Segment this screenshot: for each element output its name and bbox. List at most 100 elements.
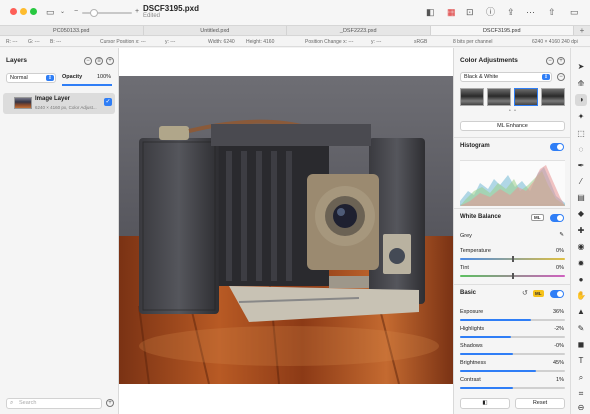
close-window-button[interactable] (10, 8, 17, 15)
brightness-label: Brightness (460, 360, 486, 366)
white-balance-toggle[interactable] (550, 214, 564, 222)
arrow-tool-icon[interactable]: ➤ (575, 61, 587, 73)
preset-thumbnail[interactable] (460, 88, 484, 106)
reset-button[interactable]: Reset (515, 398, 565, 409)
preset-thumbnail-selected[interactable] (514, 88, 538, 106)
sidebar-toggle-icon[interactable]: ▭ (46, 7, 55, 17)
chevron-down-icon[interactable]: ⌄ (60, 7, 65, 17)
shapes-tool-icon[interactable]: ◼ (575, 339, 587, 351)
pen-tool-icon[interactable]: ✒ (575, 160, 587, 172)
vector-pen-icon[interactable]: ✎ (575, 323, 587, 335)
blur-tool-icon[interactable]: ● (575, 274, 587, 286)
shadows-value[interactable]: -0% (554, 343, 564, 349)
text-tool-icon[interactable]: T (575, 355, 587, 367)
layer-search-input[interactable]: ⌕ Search (6, 398, 102, 409)
zoom-slider[interactable] (82, 9, 132, 17)
minimize-window-button[interactable] (20, 8, 27, 15)
info-position-y: y: --- (371, 39, 382, 45)
exposure-value[interactable]: 36% (553, 309, 564, 315)
selection-tool-icon[interactable]: ⬚ (575, 128, 587, 140)
info-icon[interactable]: ⓘ (486, 7, 495, 17)
contrast-slider-fill (460, 387, 514, 389)
zoom-in-icon[interactable]: + (135, 7, 139, 17)
eraser-tool-icon[interactable]: ◆ (575, 208, 587, 220)
tint-slider-knob[interactable] (512, 273, 514, 279)
preset-thumbnail[interactable] (541, 88, 565, 106)
ml-enhance-button[interactable]: ML Enhance (460, 121, 565, 131)
zoom-out-icon[interactable]: − (74, 7, 78, 17)
zoom-window-button[interactable] (30, 8, 37, 15)
basic-toggle[interactable] (550, 290, 564, 298)
app-window: ▭ ⌄ − + DSCF3195.pxd Edited ◧ ▦ ⊡ ⓘ ⇪ ⋯ … (0, 0, 590, 414)
share-icon[interactable]: ⇧ (548, 7, 556, 17)
tools-bar: ➤ ⟰ ◑ ✦ ⬚ ◌ ✒ ⁄ ▤ ◆ ✚ ◉ ✹ ● ✋ ▲ ✎ ◼ T ⌕ … (570, 48, 590, 414)
opacity-value[interactable]: 100% (97, 74, 111, 80)
brush-tool-icon[interactable]: ⁄ (575, 176, 587, 188)
opacity-slider[interactable] (62, 84, 112, 86)
gradient-tool-icon[interactable]: ▤ (575, 192, 587, 204)
preset-thumbnail[interactable] (487, 88, 511, 106)
temperature-slider-knob[interactable] (512, 256, 514, 262)
add-layer-icon[interactable]: + (106, 57, 114, 65)
lasso-tool-icon[interactable]: ◌ (575, 144, 587, 156)
clone-tool-icon[interactable]: ✚ (575, 225, 587, 237)
tab-pc050133[interactable]: PC050133.pxd (0, 26, 144, 35)
tab-dsf2223[interactable]: _DSF2223.pxd (287, 26, 431, 35)
zoom-tool-icon[interactable]: ⌕ (575, 372, 587, 384)
shadows-slider[interactable] (460, 353, 565, 355)
brightness-slider-fill (460, 370, 536, 372)
divider (454, 208, 571, 209)
page-dots[interactable]: • • (509, 108, 517, 114)
histogram-toggle[interactable] (550, 143, 564, 151)
tint-slider[interactable] (460, 273, 565, 279)
crop-tool-icon[interactable]: ⌗ (575, 388, 587, 400)
hand-tool-icon[interactable]: ✋ (575, 290, 587, 302)
basic-ml-badge[interactable]: ML (533, 290, 544, 297)
add-adjustment-icon[interactable]: + (557, 57, 565, 65)
preset-more-icon[interactable]: − (557, 73, 565, 81)
more-tools-icon[interactable]: ⊖ (575, 402, 587, 414)
info-colorspace: sRGB (414, 39, 428, 45)
white-balance-ml-badge[interactable]: ML (531, 214, 544, 221)
fill-tool-icon[interactable]: ▲ (575, 306, 587, 318)
exposure-slider[interactable] (460, 319, 565, 321)
contrast-value[interactable]: 1% (556, 377, 564, 383)
brightness-value[interactable]: 45% (553, 360, 564, 366)
preset-select[interactable]: Black & White ⇕ (460, 72, 552, 82)
right-sidebar-toggle-icon[interactable]: ▭ (570, 7, 579, 17)
eyedropper-icon[interactable]: ✎ (559, 232, 564, 238)
temperature-value[interactable]: 0% (556, 248, 564, 254)
highlights-slider[interactable] (460, 336, 565, 338)
magic-tool-icon[interactable]: ✦ (575, 111, 587, 123)
remove-adjustment-icon[interactable]: − (546, 57, 554, 65)
adjustments-icon[interactable]: ▦ (447, 7, 456, 17)
color-adjust-tool-icon[interactable]: ◑ (575, 94, 587, 106)
layer-visibility-checkbox[interactable]: ✓ (104, 98, 112, 106)
blend-mode-select[interactable]: Normal ⇕ (6, 73, 56, 83)
add-button-icon[interactable]: + (106, 399, 114, 407)
contrast-slider[interactable] (460, 387, 565, 389)
tab-untitled[interactable]: Untitled.pxd (144, 26, 287, 35)
sun-tool-icon[interactable]: ✹ (575, 258, 587, 270)
crop-icon[interactable]: ⊡ (466, 7, 474, 17)
highlights-value[interactable]: -2% (554, 326, 564, 332)
layer-stack-icon[interactable]: ≡ (95, 57, 103, 65)
export-icon[interactable]: ⇪ (507, 7, 515, 17)
compare-button[interactable]: ◧ (460, 398, 510, 409)
tab-dscf3195[interactable]: DSCF3195.pxd (430, 26, 574, 35)
document-status: Edited (143, 13, 161, 19)
brightness-slider[interactable] (460, 370, 565, 372)
remove-layer-icon[interactable]: − (84, 57, 92, 65)
layer-row[interactable]: Image Layer 6240 × 4160 px, Color Adjust… (3, 93, 115, 114)
bucket-tool-icon[interactable]: ◉ (575, 241, 587, 253)
temperature-slider[interactable] (460, 256, 565, 262)
reset-section-icon[interactable]: ↺ (522, 289, 528, 299)
image-canvas[interactable] (119, 48, 453, 414)
divider (454, 284, 571, 285)
new-tab-button[interactable]: + (574, 26, 590, 35)
zoom-slider-knob[interactable] (90, 9, 98, 17)
paint-tool-icon[interactable]: ⟰ (575, 78, 587, 90)
color-swatch-icon[interactable]: ◧ (426, 7, 435, 17)
tint-value[interactable]: 0% (556, 265, 564, 271)
more-icon[interactable]: ⋯ (526, 7, 535, 17)
